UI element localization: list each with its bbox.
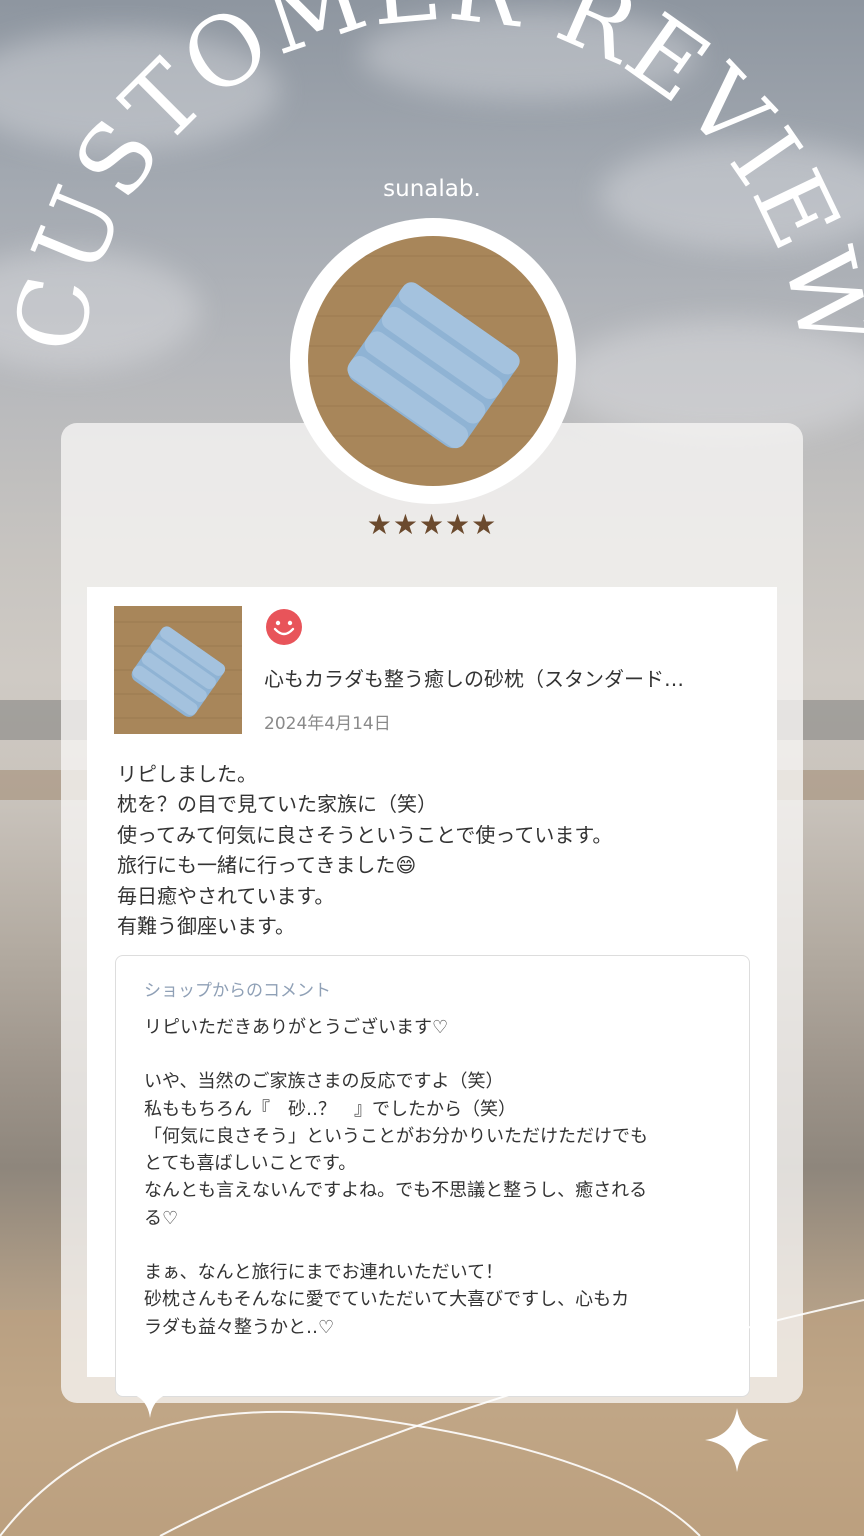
shop-comment-line: とても喜ばしいことです。 (144, 1153, 357, 1175)
product-title[interactable]: 心もカラダも整う癒しの砂枕（スタンダード… (264, 663, 749, 692)
shop-comment-line: ラダも益々整うかと‥♡ (144, 1316, 335, 1338)
review-body: リピしました。 枕を？の目で見ていた家族に（笑） 使ってみて何気に良さそうという… (117, 759, 757, 941)
shop-comment-line (144, 1232, 734, 1259)
shop-comment-line: まぁ、なんと旅行にまでお連れいただいて！ (144, 1262, 504, 1284)
smiley-face-icon (266, 609, 302, 645)
shop-comment-line (144, 1041, 734, 1068)
brand-name: sunalab. (383, 176, 481, 202)
shop-comment-line: 砂枕さんもそんなに愛でていただいて大喜びですし、心もカ (144, 1289, 630, 1311)
shop-comment-line: 「何気に良さそう」ということがお分かりいただけただけでも (144, 1125, 648, 1147)
review-card: 心もカラダも整う癒しの砂枕（スタンダード… 2024年4月14日 リピしました。… (87, 587, 777, 1397)
shop-comment-line: いや、当然のご家族さまの反応ですよ（笑） (144, 1071, 504, 1093)
shop-comment-line: 私ももちろん『 砂‥？ 』でしたから（笑） (144, 1098, 517, 1120)
star-rating: ★★★★★ (366, 508, 498, 541)
review-line: 枕を？の目で見ていた家族に（笑） (117, 792, 437, 817)
product-thumbnail[interactable] (114, 606, 242, 734)
review-date: 2024年4月14日 (264, 714, 391, 734)
shop-comment-box: ショップからのコメント リピいただきありがとうございます♡ いや、当然のご家族さ… (115, 955, 750, 1397)
shop-comment-line: なんとも言えないんですよね。でも不思議と整うし、癒される (144, 1180, 648, 1202)
shop-comment-body: リピいただきありがとうございます♡ いや、当然のご家族さまの反応ですよ（笑） 私… (144, 1014, 734, 1341)
review-line: 毎日癒やされています。 (117, 883, 335, 908)
shop-comment-line: リピいただきありがとうございます♡ (144, 1017, 449, 1038)
review-line: 有難う御座います。 (117, 914, 295, 939)
shop-comment-line: る♡ (144, 1207, 179, 1229)
review-line: リピしました。 (117, 762, 257, 786)
shop-comment-label: ショップからのコメント (144, 981, 331, 1001)
review-line: 使ってみて何気に良さそうということで使っています。 (117, 822, 613, 847)
review-line: 旅行にも一緒に行ってきました😄 (117, 853, 417, 878)
product-photo-frame (290, 218, 576, 504)
product-photo (308, 236, 558, 486)
